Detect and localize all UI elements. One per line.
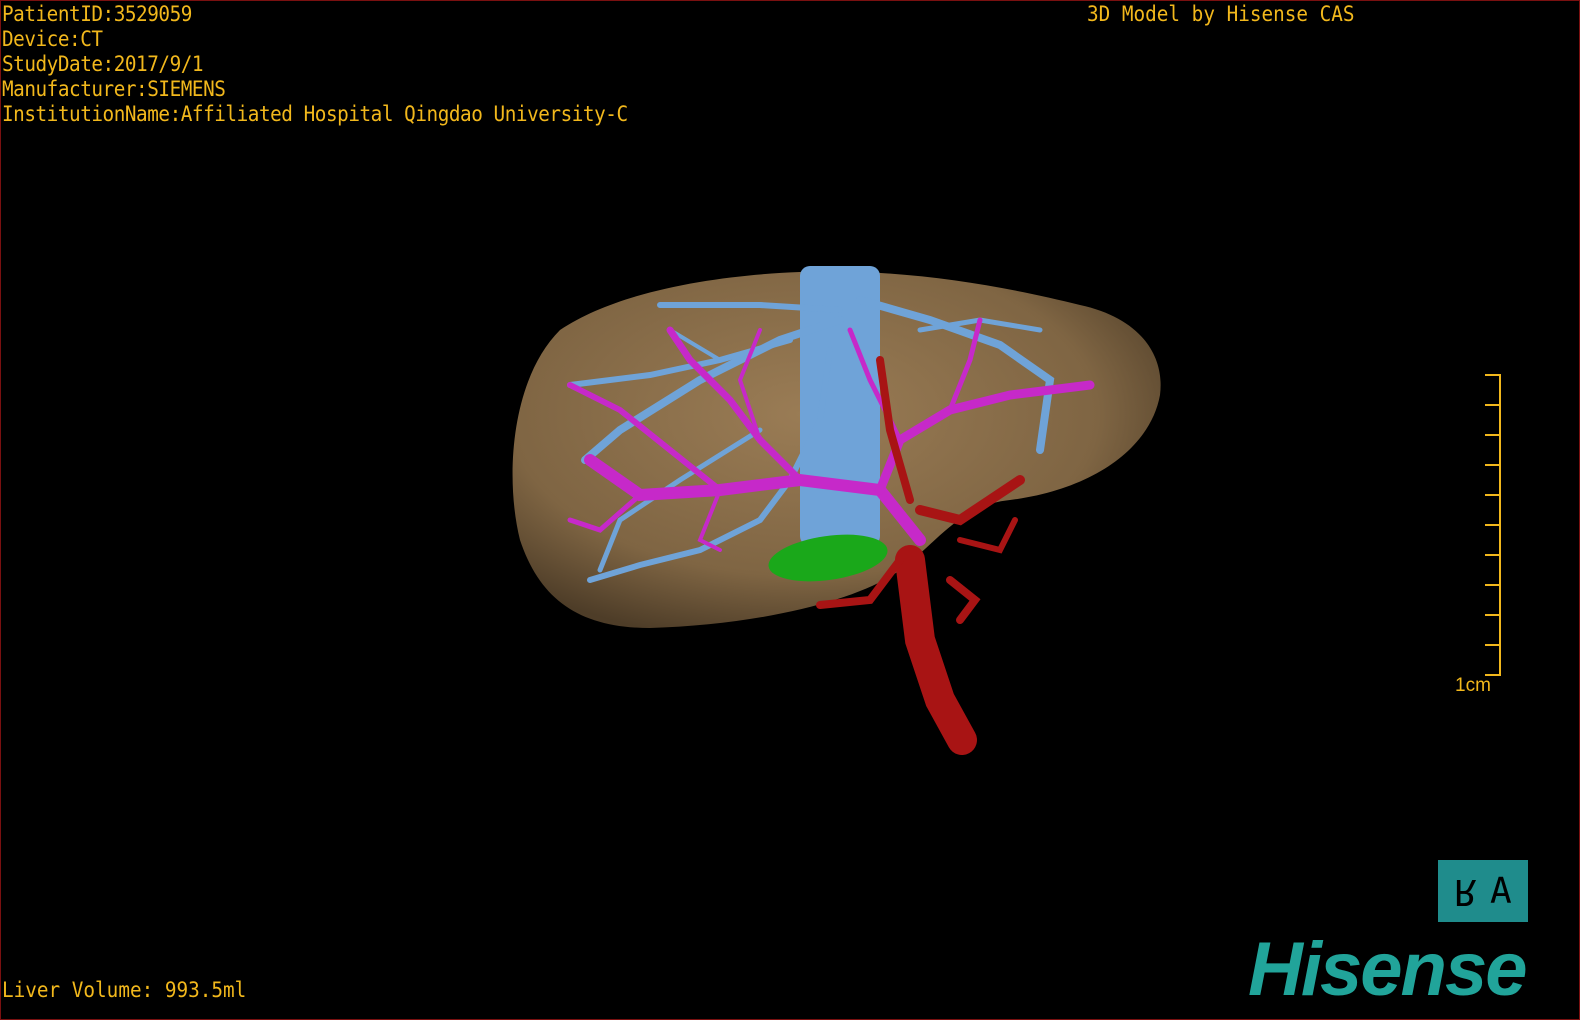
device: Device:CT bbox=[2, 27, 103, 51]
study-info-overlay: PatientID:3529059 Device:CT StudyDate:20… bbox=[2, 2, 682, 127]
scale-bar-label: 1cm bbox=[1455, 675, 1491, 696]
manufacturer: Manufacturer:SIEMENS bbox=[2, 77, 226, 101]
patient-id: PatientID:3529059 bbox=[2, 2, 192, 26]
3d-liver-model[interactable] bbox=[0, 0, 1580, 1020]
study-date: StudyDate:2017/9/1 bbox=[2, 52, 204, 76]
model-credit: 3D Model by Hisense CAS bbox=[1087, 2, 1355, 26]
scale-bar bbox=[1485, 374, 1501, 676]
liver-volume: Liver Volume: 993.5ml bbox=[2, 978, 247, 1002]
hisense-logo: Hisense bbox=[1248, 927, 1527, 1012]
orientation-cube[interactable]: R A bbox=[1438, 860, 1528, 922]
orientation-label-r: R bbox=[1454, 870, 1476, 912]
institution-name: InstitutionName:Affiliated Hospital Qing… bbox=[2, 102, 628, 126]
orientation-label-a: A bbox=[1490, 870, 1512, 912]
